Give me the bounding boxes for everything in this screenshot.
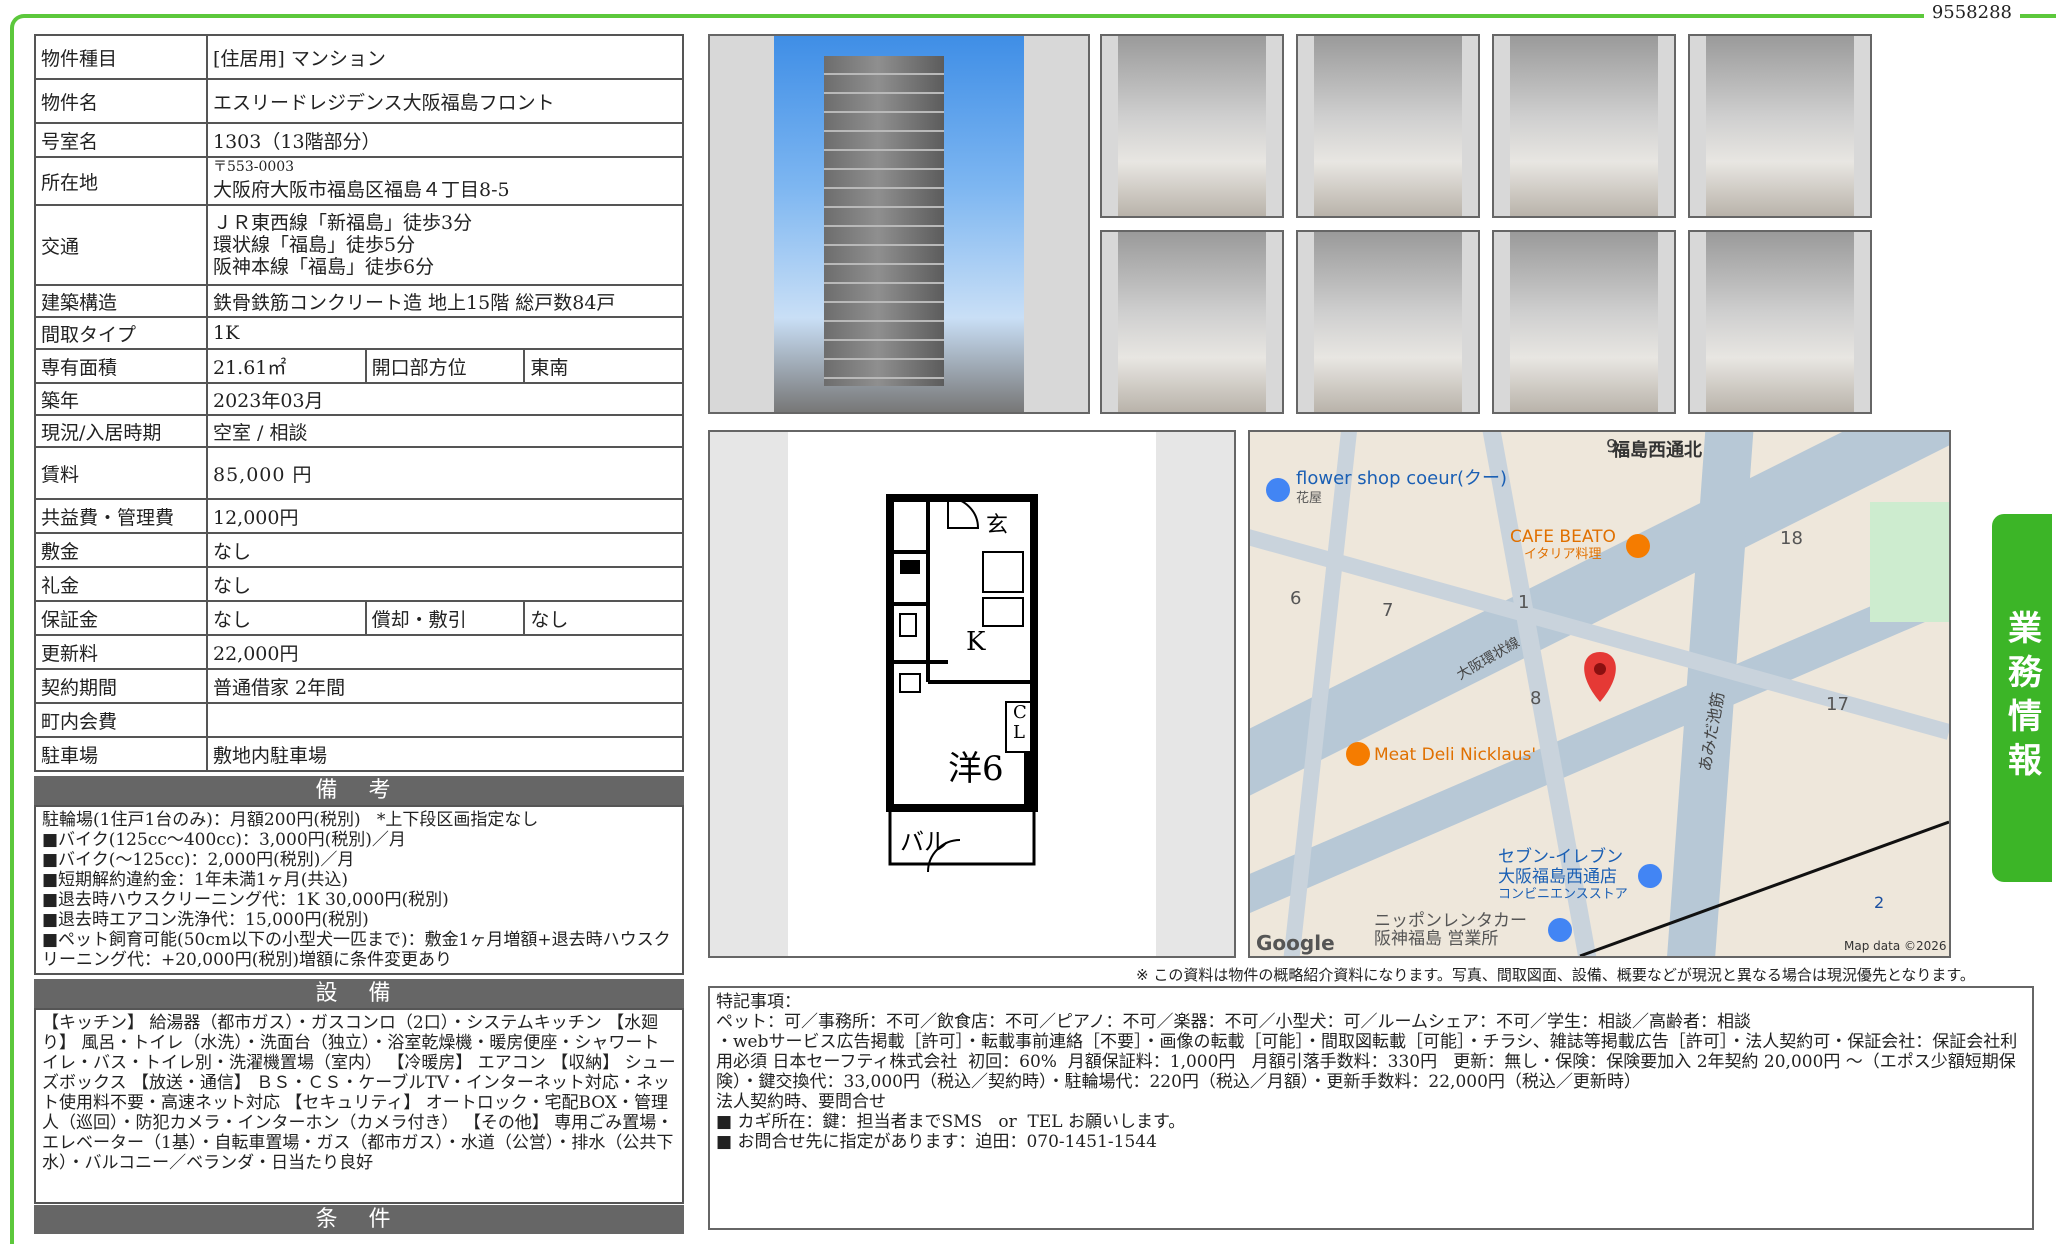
floor-plan[interactable]: 玄 K C L 洋6 バル: [708, 430, 1236, 958]
photo-shoe-box[interactable]: [1296, 34, 1480, 218]
parking-label: 駐車場: [34, 736, 208, 772]
built-value: 2023年03月: [206, 382, 684, 416]
built-label: 築年: [34, 382, 208, 416]
equipment-header: 設 備: [34, 979, 684, 1008]
photo-washroom[interactable]: [1688, 34, 1872, 218]
contract-label: 契約期間: [34, 668, 208, 704]
entrance-label: 玄: [986, 513, 1008, 538]
map-poi-convenience-store-branch: 大阪福島西通店: [1498, 867, 1617, 887]
layout-label: 間取タイプ: [34, 316, 208, 350]
amortization-label: 償却・敷引: [364, 600, 526, 636]
key-money-label: 礼金: [34, 566, 208, 602]
building-exterior-photo[interactable]: [708, 34, 1090, 414]
renewal-label: 更新料: [34, 634, 208, 670]
layout-value: 1K: [206, 316, 684, 350]
address-value: 大阪府大阪市福島区福島４丁目8-5: [213, 179, 510, 201]
access-line: ＪＲ東西線「新福島」徒歩3分: [213, 212, 473, 234]
amortization-value: なし: [523, 600, 684, 636]
zip-code: 〒553-0003: [213, 159, 295, 175]
closet-label-c: C: [1013, 702, 1027, 723]
town-fee-label: 町内会費: [34, 702, 208, 738]
room-label: 号室名: [34, 122, 208, 158]
floor-plan-drawing: 玄 K C L 洋6 バル: [886, 494, 1038, 873]
type-value: [住居用] マンション: [206, 34, 684, 80]
guarantee-label: 保証金: [34, 600, 208, 636]
access-line: 環状線「福島」徒歩5分: [213, 234, 416, 256]
google-logo: Google: [1256, 931, 1335, 955]
business-info-tab[interactable]: 業務情報: [1992, 514, 2052, 882]
fee-value: 12,000円: [206, 498, 684, 534]
area-value: 21.61㎡: [206, 348, 367, 384]
rent-value: 85,000 円: [206, 446, 684, 500]
rent-label: 賃料: [34, 446, 208, 500]
photo-toilet[interactable]: [1492, 34, 1676, 218]
structure-label: 建築構造: [34, 284, 208, 318]
map-block-number: 8: [1530, 688, 1541, 709]
map-poi-flower-shop-category: 花屋: [1296, 490, 1322, 506]
photo-bathroom[interactable]: [1100, 230, 1284, 414]
parking-value: 敷地内駐車場: [206, 736, 684, 772]
map-poi-meat-deli: Meat Deli Nicklaus': [1374, 745, 1536, 765]
map-attribution: Map data ©2026: [1844, 939, 1947, 953]
key-money-value: なし: [206, 566, 684, 602]
disclaimer-note: ※ この資料は物件の概略紹介資料になります。写真、間取図面、設備、概要などが現況…: [1136, 966, 1975, 984]
facing-value: 東南: [523, 348, 684, 384]
address-cell: 〒553-0003 大阪府大阪市福島区福島４丁目8-5: [206, 156, 684, 206]
photo-kitchen[interactable]: [1296, 230, 1480, 414]
deposit-label: 敷金: [34, 532, 208, 568]
photo-laundry-area[interactable]: [1492, 230, 1676, 414]
contract-value: 普通借家 2年間: [206, 668, 684, 704]
kitchen-label: K: [966, 627, 986, 657]
map-poi-cafe-category: イタリア料理: [1524, 547, 1601, 562]
building-facade: [824, 56, 944, 386]
map-block-number: 18: [1780, 528, 1803, 549]
town-fee-value: [206, 702, 684, 738]
western-room-label: 洋6: [948, 749, 1004, 789]
map-block-number: 17: [1826, 694, 1849, 715]
map-poi-convenience-store-category: コンビニエンスストア: [1498, 887, 1628, 902]
map-canvas: 9 18 6 7 1 8 17 2 福島西通北 flower shop coeu…: [1250, 432, 1949, 956]
map-poi-rental-car: ニッポンレンタカー: [1374, 911, 1527, 931]
area-label: 専有面積: [34, 348, 208, 384]
map-poi-cafe: CAFE BEATO: [1510, 527, 1616, 547]
access-line: 阪神本線「福島」徒歩6分: [213, 256, 435, 278]
structure-value: 鉄骨鉄筋コンクリート造 地上15階 総戸数84戸: [206, 284, 684, 318]
address-label: 所在地: [34, 156, 208, 206]
guarantee-value: なし: [206, 600, 367, 636]
closet-label-l: L: [1013, 722, 1025, 743]
property-info-table: 物件種目 [住居用] マンション 物件名 エスリードレジデンス大阪福島フロント 号室…: [34, 34, 684, 772]
balcony-label: バル: [900, 828, 948, 856]
access-label: 交通: [34, 204, 208, 286]
map-block-number: 1: [1518, 592, 1529, 613]
map-route-number: 2: [1874, 893, 1884, 912]
map-poi-convenience-store: セブン-イレブン: [1498, 846, 1623, 867]
facing-label: 開口部方位: [364, 348, 526, 384]
equipment-body: 【キッチン】 給湯器（都市ガス）・ガスコンロ（2口）・システムキッチン 【水廻り…: [34, 1008, 684, 1204]
name-label: 物件名: [34, 78, 208, 124]
document-id: 9558288: [1923, 2, 2020, 23]
status-label: 現況/入居時期: [34, 414, 208, 448]
map-poi-rental-car-office: 阪神福島 営業所: [1374, 929, 1498, 949]
location-map[interactable]: 9 18 6 7 1 8 17 2 福島西通北 flower shop coeu…: [1248, 430, 1951, 958]
photo-living-room[interactable]: [1688, 230, 1872, 414]
map-block-number: 7: [1382, 600, 1393, 621]
map-block-number: 6: [1290, 588, 1301, 609]
remarks-body: 駐輪場(1住戸1台のみ)：月額200円(税別) *上下段区画指定なし ■バイク(…: [34, 805, 684, 975]
name-value: エスリードレジデンス大阪福島フロント: [206, 78, 684, 124]
fee-label: 共益費・管理費: [34, 498, 208, 534]
status-value: 空室 / 相談: [206, 414, 684, 448]
special-notes: 特記事項： ペット：可／事務所：不可／飲食店：不可／ピアノ：不可／楽器：不可／小…: [708, 986, 2034, 1230]
photo-entrance[interactable]: [1100, 34, 1284, 218]
room-value: 1303（13階部分）: [206, 122, 684, 158]
map-intersection-label: 福島西通北: [1611, 439, 1702, 461]
building-exterior-image: [774, 36, 1024, 412]
deposit-value: なし: [206, 532, 684, 568]
remarks-header: 備 考: [34, 776, 684, 805]
access-cell: ＪＲ東西線「新福島」徒歩3分 環状線「福島」徒歩5分 阪神本線「福島」徒歩6分: [206, 204, 684, 286]
type-label: 物件種目: [34, 34, 208, 80]
map-poi-flower-shop: flower shop coeur(クー): [1296, 468, 1507, 489]
renewal-value: 22,000円: [206, 634, 684, 670]
